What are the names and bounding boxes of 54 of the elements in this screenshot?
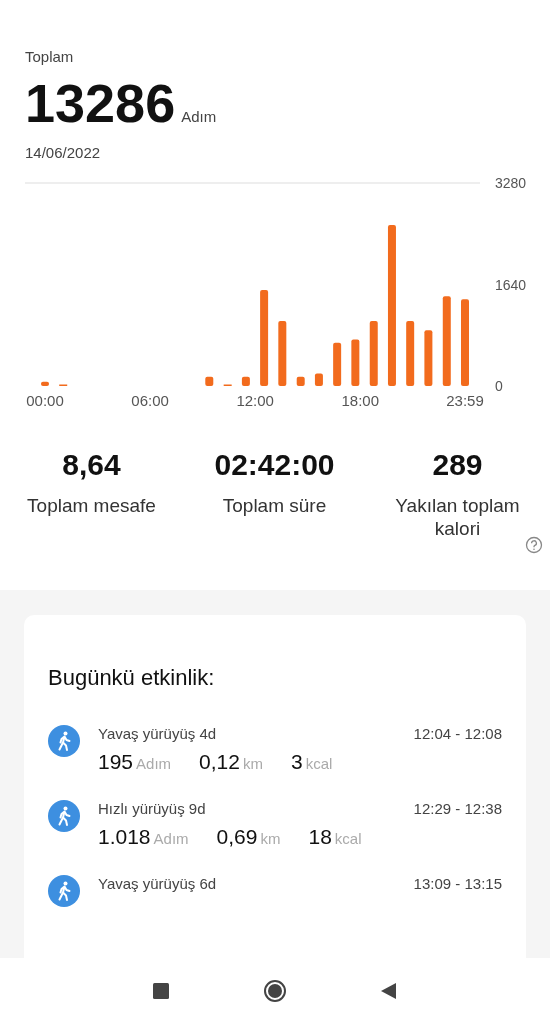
activity-time: 13:09 - 13:15: [413, 875, 502, 892]
stat-value: 8,64: [62, 448, 121, 482]
metric-unit: km: [242, 755, 263, 772]
activity-name: Yavaş yürüyüş 4d: [98, 725, 217, 742]
metric-unit: Adım: [153, 830, 189, 847]
axis-label: 3280: [495, 178, 527, 191]
metric-value: 0,12: [199, 750, 240, 774]
axis-label: 0: [495, 378, 503, 394]
activity-time: 12:29 - 12:38: [413, 800, 502, 817]
bar: [351, 339, 360, 386]
stat-label: Toplam mesafe: [26, 494, 157, 517]
metric-unit: km: [260, 830, 281, 847]
bar: [41, 381, 49, 386]
square-icon: [150, 980, 172, 1002]
activity-time: 12:04 - 12:08: [413, 725, 502, 742]
axis-label: 00:00: [26, 392, 64, 408]
metric-value: 3: [290, 750, 303, 774]
stat-value: 289: [432, 448, 483, 482]
metric-unit: kcal: [334, 830, 362, 847]
bar: [333, 342, 342, 386]
circle-icon: [264, 980, 286, 1002]
bar: [278, 321, 287, 386]
section-title: Bugünkü etkinlik:: [48, 665, 215, 691]
metric-value: 1.018: [98, 825, 151, 849]
bar: [205, 376, 214, 386]
step-unit: Adım: [181, 108, 217, 125]
bar: [314, 373, 323, 386]
bar: [406, 321, 415, 386]
bar: [424, 330, 433, 386]
activity-name: Hızlı yürüyüş 9d: [98, 800, 206, 817]
walking-icon: [48, 725, 80, 757]
total-label: Toplam: [25, 48, 74, 65]
axis-label: 06:00: [131, 392, 169, 408]
walking-icon: [48, 800, 80, 832]
date-label: 14/06/2022: [25, 144, 101, 161]
stat-label: Yakılan toplam kalori: [394, 494, 521, 540]
axis-label: 12:00: [236, 392, 274, 408]
step-count: 13286: [25, 76, 176, 130]
activity-name: Yavaş yürüyüş 6d: [98, 875, 217, 892]
axis-label: 23:59: [446, 392, 484, 408]
axis-label: 18:00: [341, 392, 380, 408]
axis-label: 1640: [495, 276, 527, 293]
metric-unit: Adım: [136, 755, 172, 772]
bar: [241, 376, 250, 386]
metric-value: 18: [308, 825, 332, 849]
walking-icon: [48, 875, 80, 907]
metric-value: 195: [98, 750, 134, 774]
bar: [369, 321, 378, 386]
metric-value: 0,69: [216, 825, 258, 849]
metric-unit: kcal: [305, 755, 333, 772]
help-icon[interactable]: [525, 536, 543, 554]
stat-label: Toplam süre: [221, 494, 328, 517]
stat-value: 02:42:00: [214, 448, 335, 482]
bar: [296, 376, 305, 386]
